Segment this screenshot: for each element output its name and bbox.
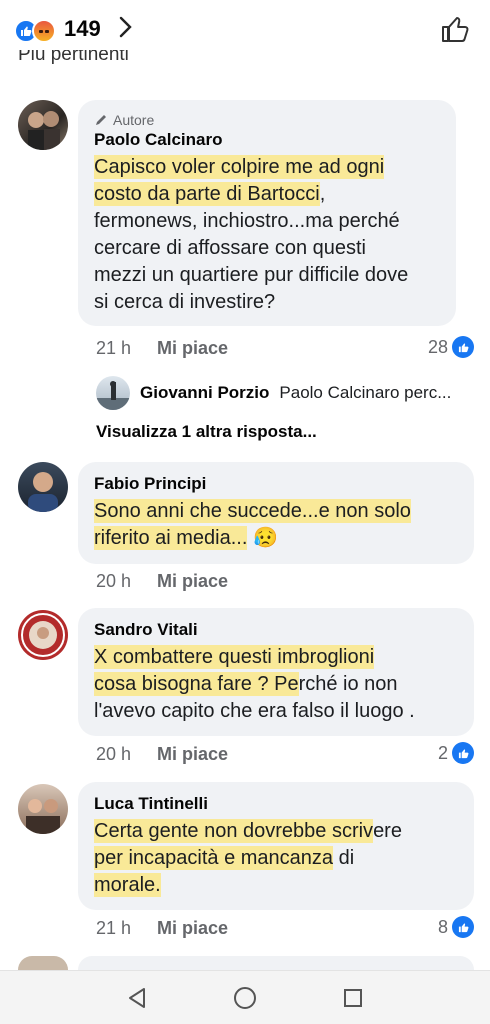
reaction-icons bbox=[14, 16, 60, 43]
comment-text: X combattere questi imbroglioni cosa bis… bbox=[94, 645, 415, 722]
comment-text: Certa gente non dovrebbe scrivere per in… bbox=[94, 819, 402, 897]
like-reaction-icon bbox=[452, 336, 474, 358]
reply-preview[interactable]: Giovanni Porzio Paolo Calcinaro perc... bbox=[96, 376, 451, 410]
like-button[interactable]: Mi piace bbox=[157, 918, 228, 939]
author-badge: Autore bbox=[94, 112, 440, 128]
comment-bubble[interactable]: Luca Tintinelli Certa gente non dovrebbe… bbox=[78, 782, 474, 910]
like-reaction-icon bbox=[452, 916, 474, 938]
angry-reaction-icon bbox=[32, 19, 56, 43]
comment-reactions[interactable]: 28 bbox=[428, 336, 474, 358]
like-button[interactable]: Mi piace bbox=[157, 571, 228, 592]
comment-time[interactable]: 20 h bbox=[96, 571, 131, 592]
like-reaction-icon bbox=[452, 742, 474, 764]
comment-time[interactable]: 20 h bbox=[96, 744, 131, 765]
comment-author[interactable]: Sandro Vitali bbox=[94, 620, 458, 640]
avatar[interactable] bbox=[96, 376, 130, 410]
avatar[interactable] bbox=[18, 610, 68, 660]
comment-actions: 21 h Mi piace bbox=[96, 338, 228, 359]
comment-author[interactable]: Paolo Calcinaro bbox=[94, 130, 440, 150]
comment-bubble[interactable]: Fabio Principi Sono anni che succede...e… bbox=[78, 462, 474, 564]
comment-reactions[interactable]: 2 bbox=[438, 742, 474, 764]
avatar[interactable] bbox=[18, 956, 68, 970]
like-outline-icon[interactable] bbox=[440, 14, 470, 49]
comment-time[interactable]: 21 h bbox=[96, 338, 131, 359]
reaction-count: 149 bbox=[64, 16, 101, 41]
sad-emoji: 😥 bbox=[252, 527, 278, 549]
comment-bubble[interactable] bbox=[78, 956, 474, 970]
system-navigation-bar bbox=[0, 970, 490, 1024]
reply-author[interactable]: Giovanni Porzio bbox=[140, 383, 269, 403]
comment-actions: 21 h Mi piace bbox=[96, 918, 228, 939]
comment-actions: 20 h Mi piace bbox=[96, 744, 228, 765]
recent-apps-icon[interactable] bbox=[339, 984, 367, 1012]
reply-text: Paolo Calcinaro perc... bbox=[279, 383, 452, 402]
comment-time[interactable]: 21 h bbox=[96, 918, 131, 939]
back-icon[interactable] bbox=[123, 984, 151, 1012]
comment-bubble[interactable]: Sandro Vitali X combattere questi imbrog… bbox=[78, 608, 474, 736]
chevron-right-icon[interactable] bbox=[119, 16, 133, 43]
view-more-replies-link[interactable]: Visualizza 1 altra risposta... bbox=[96, 422, 317, 442]
sort-label[interactable]: Più pertinenti bbox=[18, 50, 129, 64]
comment-author[interactable]: Luca Tintinelli bbox=[94, 794, 458, 814]
home-icon[interactable] bbox=[231, 984, 259, 1012]
pencil-icon bbox=[96, 115, 106, 125]
avatar[interactable] bbox=[18, 462, 68, 512]
like-button[interactable]: Mi piace bbox=[157, 338, 228, 359]
comment-text: Sono anni che succede...e non solo rifer… bbox=[94, 499, 411, 550]
comment-author[interactable]: Fabio Principi bbox=[94, 474, 458, 494]
comment-text: Capisco voler colpire me ad ogni costo d… bbox=[94, 155, 409, 313]
comment-actions: 20 h Mi piace bbox=[96, 571, 228, 592]
avatar[interactable] bbox=[18, 100, 68, 150]
like-button[interactable]: Mi piace bbox=[157, 744, 228, 765]
avatar[interactable] bbox=[18, 784, 68, 834]
comment-reactions[interactable]: 8 bbox=[438, 916, 474, 938]
comment-bubble[interactable]: Autore Paolo Calcinaro Capisco voler col… bbox=[78, 100, 456, 326]
